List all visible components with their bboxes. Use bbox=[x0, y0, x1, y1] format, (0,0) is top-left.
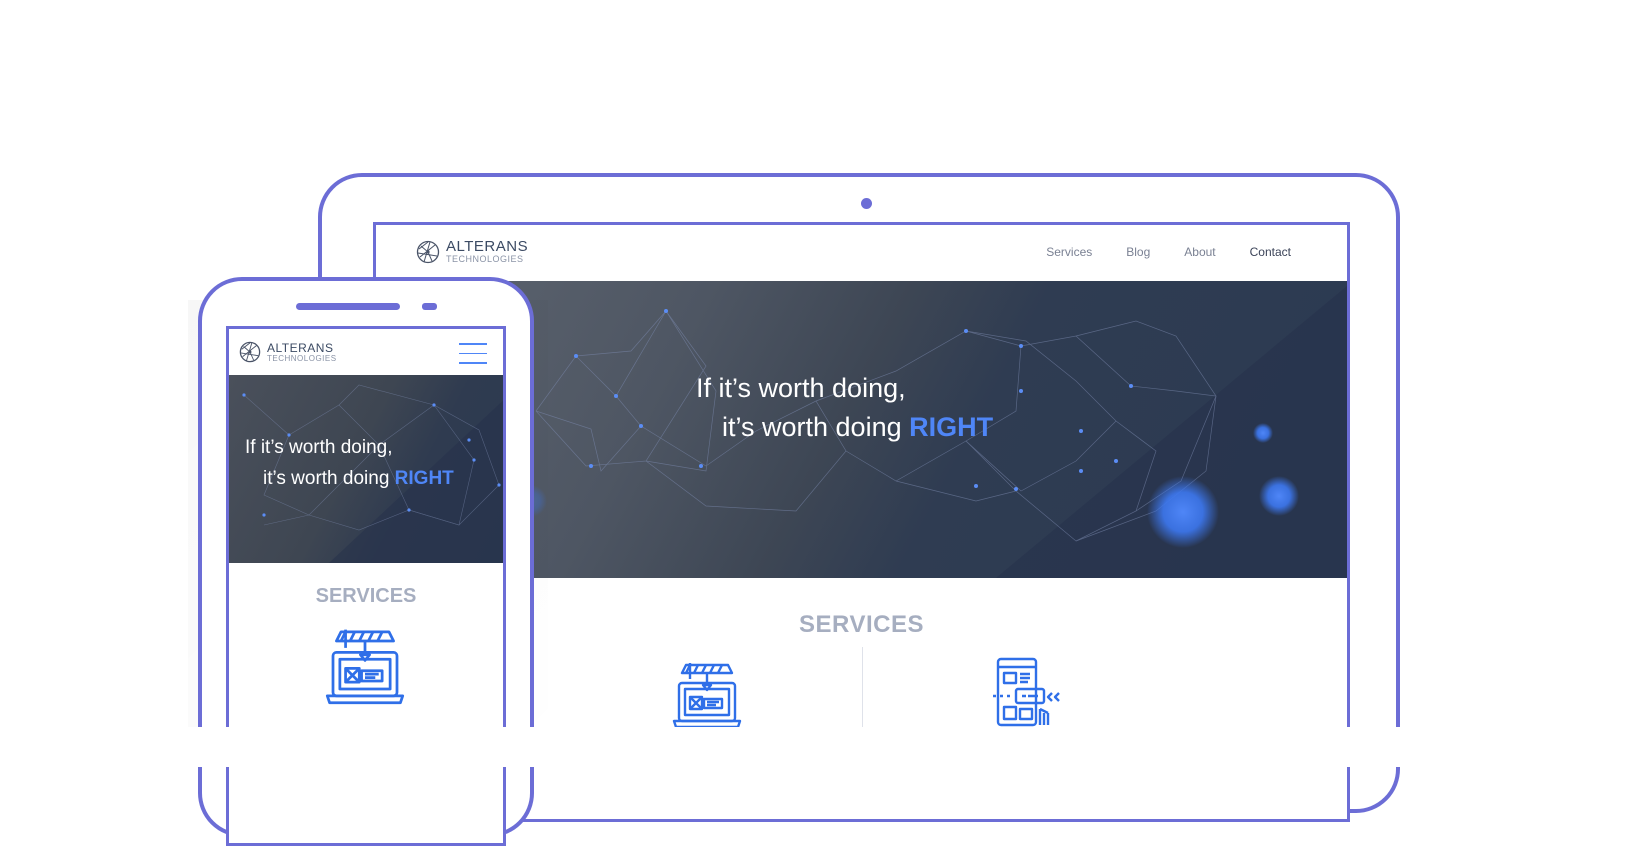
nav-item-blog[interactable]: Blog bbox=[1126, 245, 1150, 259]
page-bottom-edge bbox=[0, 727, 1630, 767]
web-layout-icon[interactable] bbox=[992, 657, 1066, 729]
brand-name: ALTERANS bbox=[446, 238, 529, 255]
tablet-camera bbox=[861, 198, 872, 209]
tablet-hero-heading: If it’s worth doing, it’s worth doing RI… bbox=[696, 373, 993, 443]
hero-line-2-text: it’s worth doing bbox=[263, 468, 395, 489]
brand-subtitle: TECHNOLOGIES bbox=[267, 353, 337, 363]
phone-logo[interactable]: ALTERANS TECHNOLOGIES bbox=[239, 341, 337, 363]
phone-services-heading: SERVICES bbox=[315, 585, 417, 607]
globe-network-icon bbox=[239, 341, 261, 363]
tablet-navbar: ALTERANS TECHNOLOGIES Services Blog Abou… bbox=[376, 225, 1347, 281]
laptop-construction-icon[interactable] bbox=[672, 659, 742, 729]
nav-item-about[interactable]: About bbox=[1184, 245, 1215, 259]
tablet-logo[interactable]: ALTERANS TECHNOLOGIES bbox=[416, 239, 528, 264]
tablet-nav-menu: Services Blog About Contact bbox=[1046, 245, 1291, 259]
hero-line-2-text: it’s worth doing bbox=[722, 412, 910, 442]
phone-speaker bbox=[296, 303, 400, 310]
brand-name: ALTERANS bbox=[267, 340, 334, 355]
brand-subtitle: TECHNOLOGIES bbox=[446, 254, 524, 264]
phone-screen: ALTERANS TECHNOLOGIES If it’s worth doin… bbox=[226, 326, 506, 846]
phone-hero-heading: If it’s worth doing, it’s worth doing RI… bbox=[245, 437, 454, 490]
nav-item-contact[interactable]: Contact bbox=[1250, 245, 1291, 259]
hero-accent-word: RIGHT bbox=[909, 412, 994, 442]
hamburger-menu-icon[interactable] bbox=[459, 343, 487, 365]
hero-accent-word: RIGHT bbox=[394, 468, 454, 489]
phone-hero-banner: If it’s worth doing, it’s worth doing RI… bbox=[229, 375, 503, 563]
hero-line-2: it’s worth doing RIGHT bbox=[263, 468, 454, 490]
hero-line-1: If it’s worth doing, bbox=[245, 437, 393, 458]
laptop-construction-icon[interactable] bbox=[325, 625, 405, 705]
hero-line-2: it’s worth doing RIGHT bbox=[722, 412, 993, 443]
phone-camera bbox=[422, 303, 437, 310]
hero-line-1: If it’s worth doing, bbox=[696, 373, 906, 403]
nav-item-services[interactable]: Services bbox=[1046, 245, 1092, 259]
globe-network-icon bbox=[416, 240, 440, 263]
